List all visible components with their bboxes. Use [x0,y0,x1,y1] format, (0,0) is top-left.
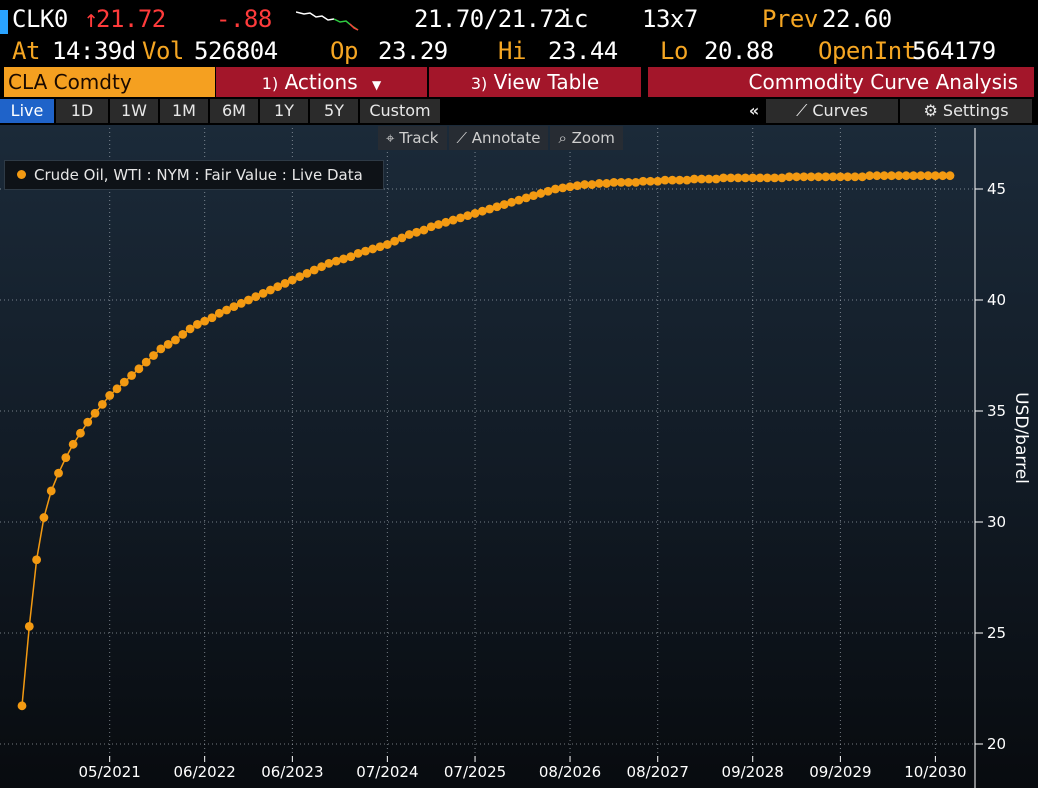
data-point[interactable] [17,701,27,711]
annotate-label: Annotate [471,129,541,147]
zoom-label: Zoom [571,129,615,147]
series-crude-oil [17,171,955,711]
y-axis: 20 25 30 35 40 45 [974,128,1006,788]
x-tick-label: 08/2027 [627,763,689,781]
data-point[interactable] [127,371,137,380]
series-line [21,174,950,706]
y-tick-label: 45 [987,180,1006,198]
data-point[interactable] [945,171,955,181]
data-point[interactable] [32,555,42,565]
data-point[interactable] [90,408,100,418]
data-point[interactable] [156,344,166,354]
chart-toolbar: ⌖ Track ⟋ Annotate ⌕ Zoom [378,126,623,150]
data-point[interactable] [185,324,195,334]
zoom-tool-button[interactable]: ⌕ Zoom [550,126,623,150]
x-tick-label: 06/2022 [174,763,236,781]
data-point[interactable] [61,453,71,463]
legend-dot-icon [17,170,26,179]
data-point[interactable] [171,335,180,345]
annotate-tool-button[interactable]: ⟋ Annotate [448,126,549,150]
data-point[interactable] [149,351,158,360]
data-point[interactable] [207,313,217,323]
chart-legend[interactable]: Crude Oil, WTI : NYM : Fair Value : Live… [4,160,384,190]
crosshair-icon: ⌖ [386,129,395,147]
track-label: Track [399,129,439,147]
x-tick-label: 07/2024 [356,763,418,781]
x-tick-label: 05/2021 [79,763,141,781]
data-point[interactable] [24,621,34,631]
data-point[interactable] [68,439,78,449]
data-point[interactable] [119,377,129,387]
x-tick-label: 06/2023 [261,763,323,781]
x-tick-label: 09/2029 [809,763,871,781]
y-tick-label: 25 [987,624,1006,642]
curve-chart[interactable]: 20 25 30 35 40 45 05/2021 06/2022 06/2023 07/202… [0,0,1038,788]
x-tick-label: 10/2030 [904,763,966,781]
data-point[interactable] [97,399,107,409]
data-point[interactable] [178,330,188,339]
x-tick-label: 08/2026 [539,763,601,781]
legend-series-name: Crude Oil, WTI : NYM : Fair Value : Live… [34,166,363,184]
chart-grid [0,128,975,760]
x-tick-label: 09/2028 [722,763,784,781]
data-point[interactable] [105,391,115,400]
y-tick-label: 35 [987,402,1006,420]
data-point[interactable] [134,364,144,374]
y-axis-label: USD/barrel [1011,392,1031,484]
data-point[interactable] [76,428,85,438]
y-tick-label: 40 [987,291,1006,309]
data-point[interactable] [141,357,151,367]
data-point[interactable] [112,384,122,394]
data-point[interactable] [46,486,56,496]
data-point[interactable] [163,340,173,349]
data-point[interactable] [39,513,49,522]
y-tick-label: 20 [987,735,1006,753]
track-tool-button[interactable]: ⌖ Track [378,126,447,150]
x-tick-label: 07/2025 [444,763,506,781]
pencil-icon: ⟋ [456,129,468,147]
data-point[interactable] [54,468,63,478]
y-tick-label: 30 [987,513,1006,531]
magnifier-icon: ⌕ [558,129,567,147]
data-point[interactable] [83,417,93,427]
x-axis: 05/2021 06/2022 06/2023 07/2024 07/2025 08/20… [79,756,967,781]
